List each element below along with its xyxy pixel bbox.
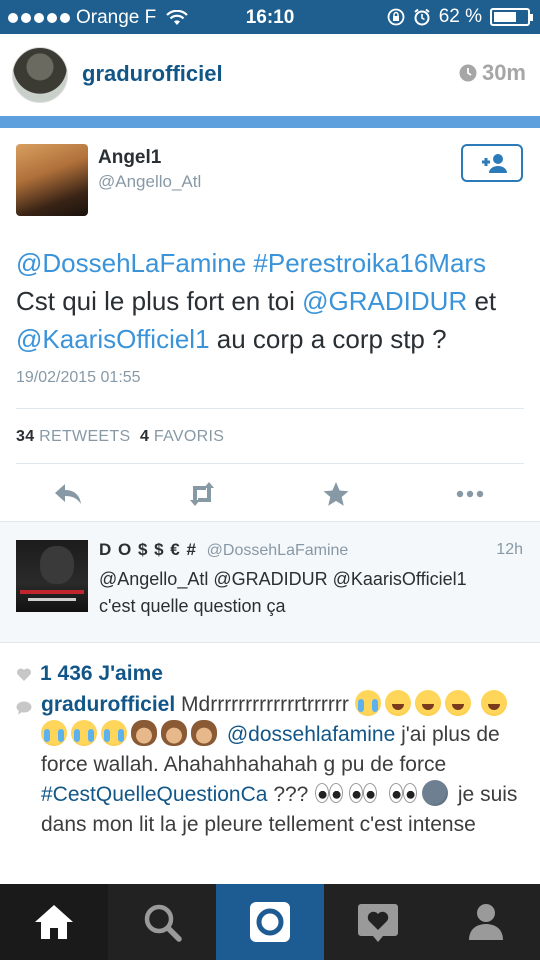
camera-icon bbox=[250, 902, 290, 942]
reply-icon bbox=[50, 478, 86, 510]
tweet-avatar bbox=[16, 144, 88, 216]
caption-hashtag[interactable]: #CestQuelleQuestionCa bbox=[41, 783, 267, 806]
alarm-icon bbox=[414, 8, 430, 26]
monkey-emoji-icon bbox=[191, 720, 217, 746]
clock-icon bbox=[459, 64, 477, 82]
reply-author-name: D O $ $ € # bbox=[99, 540, 197, 559]
favorite-label: FAVORIS bbox=[153, 428, 225, 445]
home-icon bbox=[35, 905, 73, 939]
eyes-emoji-icon bbox=[314, 780, 344, 806]
reply-author: D O $ $ € # @DossehLaFamine bbox=[99, 540, 348, 560]
tab-profile[interactable] bbox=[432, 884, 540, 960]
new-moon-emoji-icon bbox=[422, 780, 449, 806]
tab-activity[interactable] bbox=[324, 884, 432, 960]
search-icon bbox=[144, 904, 182, 942]
likes-count[interactable]: 1 436 J'aime bbox=[16, 662, 163, 686]
tweet-mention: @DossehLaFamine bbox=[16, 248, 247, 278]
eyes-emoji-icon bbox=[348, 780, 378, 806]
tweet-text-segment: et bbox=[474, 286, 497, 316]
photo-top-border bbox=[0, 116, 540, 128]
crying-emoji-icon bbox=[71, 720, 97, 746]
heart-icon bbox=[16, 667, 32, 681]
follow-button bbox=[461, 144, 523, 182]
battery-percent: 62 % bbox=[438, 6, 482, 27]
laughing-emoji-icon bbox=[480, 690, 507, 716]
caption: gradurofficiel Mdrrrrrrrrrrrrrtrrrrrr @d… bbox=[16, 690, 526, 840]
retweet-count: 34 bbox=[16, 428, 35, 445]
tweet-date: 19/02/2015 01:55 bbox=[16, 369, 141, 386]
divider bbox=[16, 463, 524, 464]
caption-text-segment: Mdrrrrrrrrrrrrrtrrrrrr bbox=[181, 693, 349, 716]
tweet-mention: @KaarisOfficiel1 bbox=[16, 324, 210, 354]
activity-heart-icon bbox=[358, 904, 398, 942]
monkey-emoji-icon bbox=[161, 720, 187, 746]
tweet-actions bbox=[0, 478, 540, 510]
tweet-author-handle: @Angello_Atl bbox=[98, 172, 202, 191]
status-bar: Orange F 16:10 62 % bbox=[0, 0, 540, 34]
caption-mention[interactable]: @dossehlafamine bbox=[227, 723, 395, 746]
avatar[interactable] bbox=[12, 47, 68, 103]
laughing-emoji-icon bbox=[384, 690, 411, 716]
battery-icon bbox=[490, 8, 533, 26]
crying-emoji-icon bbox=[41, 720, 67, 746]
tweet-text-segment: Cst qui le plus fort en toi bbox=[16, 286, 295, 316]
crying-emoji-icon bbox=[101, 720, 127, 746]
favorite-count: 4 bbox=[139, 428, 150, 445]
reply-author-handle: @DossehLaFamine bbox=[206, 542, 349, 559]
more-icon bbox=[452, 478, 488, 510]
tweet-author-name: Angel1 bbox=[98, 147, 162, 168]
reply-tweet: D O $ $ € # @DossehLaFamine 12h @Angello… bbox=[0, 521, 540, 643]
add-user-icon bbox=[482, 154, 507, 173]
comment-bubble-icon bbox=[16, 701, 32, 715]
tab-camera[interactable] bbox=[216, 884, 324, 960]
tab-home[interactable] bbox=[0, 884, 108, 960]
caption-text-segment: ??? bbox=[273, 783, 309, 806]
post-username[interactable]: gradurofficiel bbox=[82, 61, 223, 87]
tweet-text-segment: au corp a corp stp ? bbox=[216, 324, 447, 354]
reply-time: 12h bbox=[496, 541, 523, 558]
post-photo[interactable]: Angel1 @Angello_Atl @DossehLaFamine #Per… bbox=[0, 128, 540, 521]
likes-label: 1 436 J'aime bbox=[40, 662, 163, 685]
reply-text: @Angello_Atl @GRADIDUR @KaarisOfficiel1 … bbox=[99, 566, 519, 620]
tweet-text: @DossehLaFamine #Perestroika16Mars Cst q… bbox=[16, 244, 526, 358]
reply-text-line: @Angello_Atl @GRADIDUR @KaarisOfficiel1 bbox=[99, 569, 467, 589]
crying-emoji-icon bbox=[354, 690, 381, 716]
tweet-hashtag: #Perestroika16Mars bbox=[253, 248, 487, 278]
retweet-icon bbox=[184, 478, 220, 510]
tab-search[interactable] bbox=[108, 884, 216, 960]
tweet-mention: @GRADIDUR bbox=[302, 286, 468, 316]
reply-avatar bbox=[16, 540, 88, 612]
profile-icon bbox=[469, 904, 503, 940]
retweet-label: RETWEETS bbox=[39, 428, 131, 445]
post-time: 30m bbox=[459, 60, 526, 86]
caption-username[interactable]: gradurofficiel bbox=[41, 693, 175, 716]
divider bbox=[16, 408, 524, 409]
laughing-emoji-icon bbox=[444, 690, 471, 716]
monkey-emoji-icon bbox=[131, 720, 157, 746]
laughing-emoji-icon bbox=[414, 690, 441, 716]
rotation-lock-icon bbox=[387, 8, 405, 26]
eyes-emoji-icon bbox=[388, 780, 418, 806]
time-ago-label: 30m bbox=[481, 60, 526, 85]
reply-text-line: c'est quelle question ça bbox=[99, 596, 286, 616]
bottom-tab-bar bbox=[0, 884, 540, 960]
tweet-stats: 34 RETWEETS 4 FAVORIS bbox=[16, 428, 224, 446]
post-header: gradurofficiel 30m bbox=[0, 34, 540, 116]
favorite-icon bbox=[318, 478, 354, 510]
